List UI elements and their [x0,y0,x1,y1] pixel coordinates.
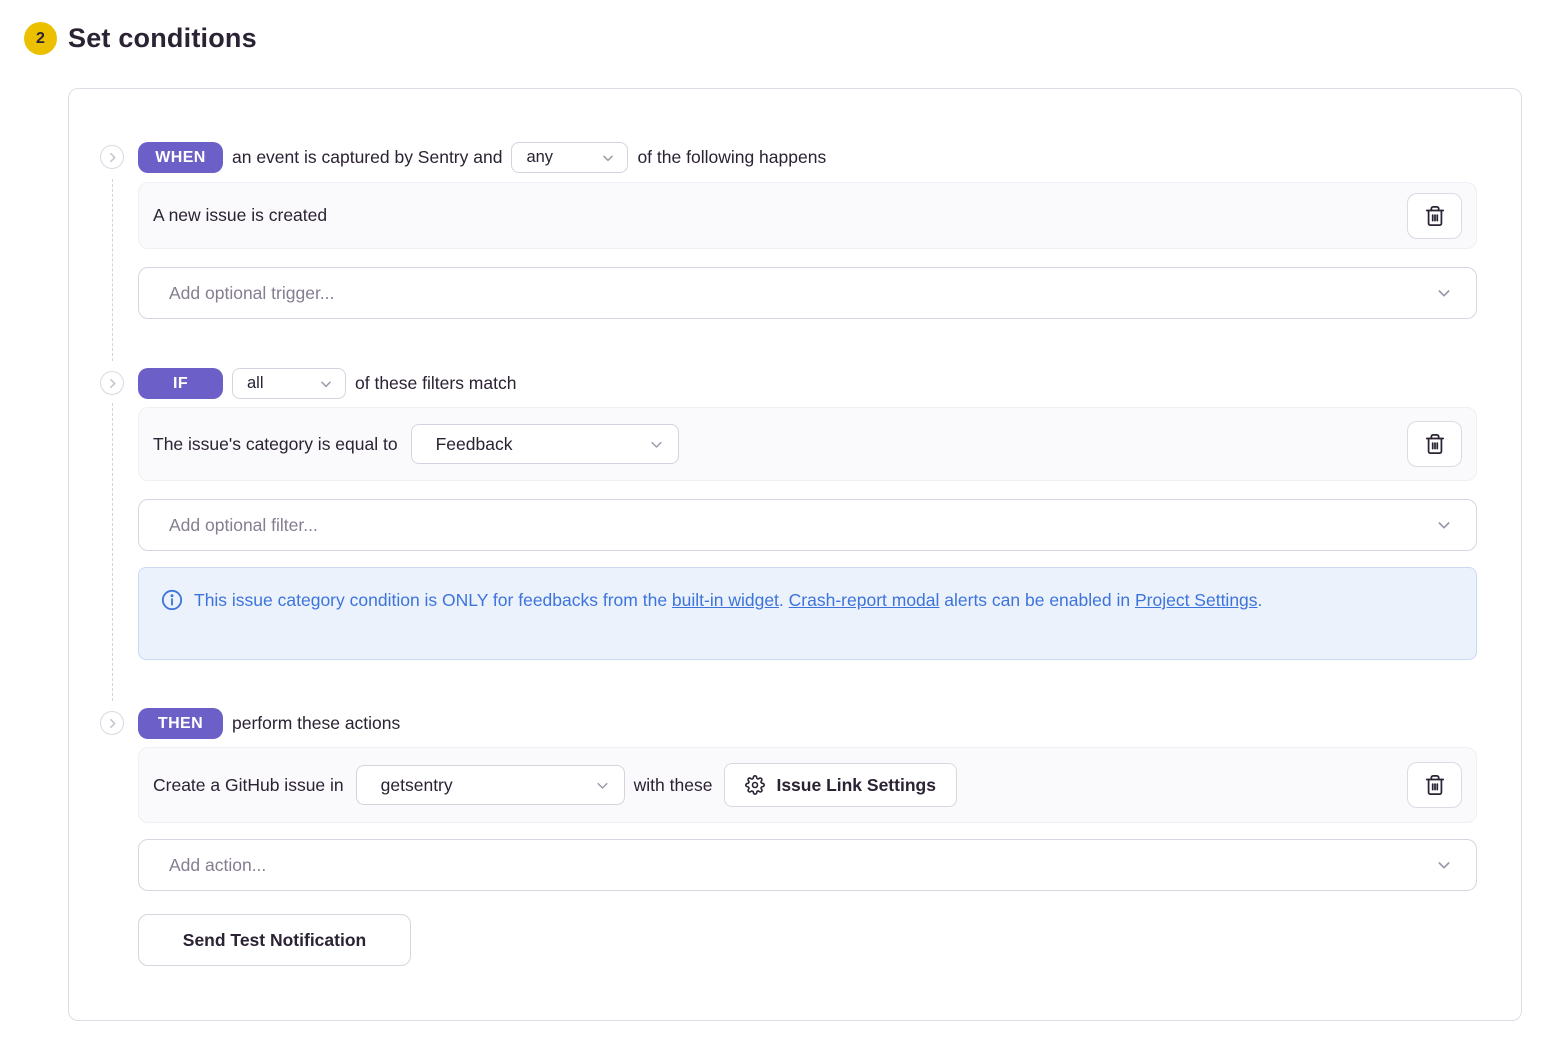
when-text-after: of the following happens [637,147,826,168]
issue-link-settings-button[interactable]: Issue Link Settings [724,763,956,807]
trash-icon [1424,205,1446,227]
trigger-label: A new issue is created [153,205,327,226]
add-trigger-placeholder: Add optional trigger... [169,283,334,304]
filter-value: Feedback [436,434,513,455]
notice-segment: . [1258,590,1263,610]
action-repo-value: getsentry [381,775,453,796]
when-match-select[interactable]: any [511,142,628,173]
then-text-after: perform these actions [232,713,400,734]
trigger-row: A new issue is created [138,182,1477,249]
chevron-down-icon [601,151,615,165]
add-action-placeholder: Add action... [169,855,266,876]
filter-label: The issue's category is equal to [153,434,398,455]
page-title: Set conditions [68,23,257,54]
chevron-down-icon [649,437,664,452]
chevron-down-icon [1436,857,1452,873]
chevron-down-icon [1436,285,1452,301]
chevron-right-circle-icon [100,371,124,395]
when-text-before: an event is captured by Sentry and [232,147,502,168]
then-label-row: THEN perform these actions [138,708,1475,739]
action-label: Create a GitHub issue in [153,775,344,796]
if-label-row: IF all of these filters match [138,368,1475,399]
when-badge: WHEN [138,142,223,173]
page: 2 Set conditions WHEN an event is captur… [0,0,1560,1054]
crash-report-modal-link[interactable]: Crash-report modal [789,590,940,610]
info-alert-text: This issue category condition is ONLY fo… [194,585,1262,615]
filter-row: The issue's category is equal to Feedbac… [138,407,1477,481]
built-in-widget-link[interactable]: built-in widget [672,590,779,610]
trash-icon [1424,774,1446,796]
conditions-card: WHEN an event is captured by Sentry and … [68,88,1522,1021]
delete-action-button[interactable] [1407,762,1462,808]
chevron-down-icon [1436,517,1452,533]
add-filter-select[interactable]: Add optional filter... [138,499,1477,551]
issue-link-settings-label: Issue Link Settings [776,775,935,796]
action-row: Create a GitHub issue in getsentry with … [138,747,1477,823]
chevron-right-circle-icon [100,711,124,735]
project-settings-link[interactable]: Project Settings [1135,590,1258,610]
delete-trigger-button[interactable] [1407,193,1462,239]
section-connector-line [112,179,113,361]
chevron-right-circle-icon [100,145,124,169]
info-alert: This issue category condition is ONLY fo… [138,567,1477,660]
notice-segment: . [779,590,789,610]
notice-segment: alerts can be enabled in [939,590,1135,610]
filter-value-select[interactable]: Feedback [411,424,679,464]
then-badge: THEN [138,708,223,739]
if-match-select[interactable]: all [232,368,346,399]
if-badge: IF [138,368,223,399]
step-header: 2 Set conditions [24,22,257,55]
notice-segment: This issue category condition is ONLY fo… [194,590,672,610]
add-action-select[interactable]: Add action... [138,839,1477,891]
delete-filter-button[interactable] [1407,421,1462,467]
if-match-value: all [247,374,264,393]
add-trigger-select[interactable]: Add optional trigger... [138,267,1477,319]
chevron-down-icon [595,778,610,793]
when-label-row: WHEN an event is captured by Sentry and … [138,142,1475,173]
add-filter-placeholder: Add optional filter... [169,515,318,536]
trash-icon [1424,433,1446,455]
chevron-down-icon [319,377,333,391]
if-text-after: of these filters match [355,373,516,394]
step-number-badge: 2 [24,22,57,55]
section-connector-line [112,403,113,701]
when-match-value: any [526,148,553,167]
send-test-notification-button[interactable]: Send Test Notification [138,914,411,966]
info-icon [161,589,183,611]
gear-icon [745,775,765,795]
action-repo-select[interactable]: getsentry [356,765,625,805]
action-text-after: with these [634,775,713,796]
